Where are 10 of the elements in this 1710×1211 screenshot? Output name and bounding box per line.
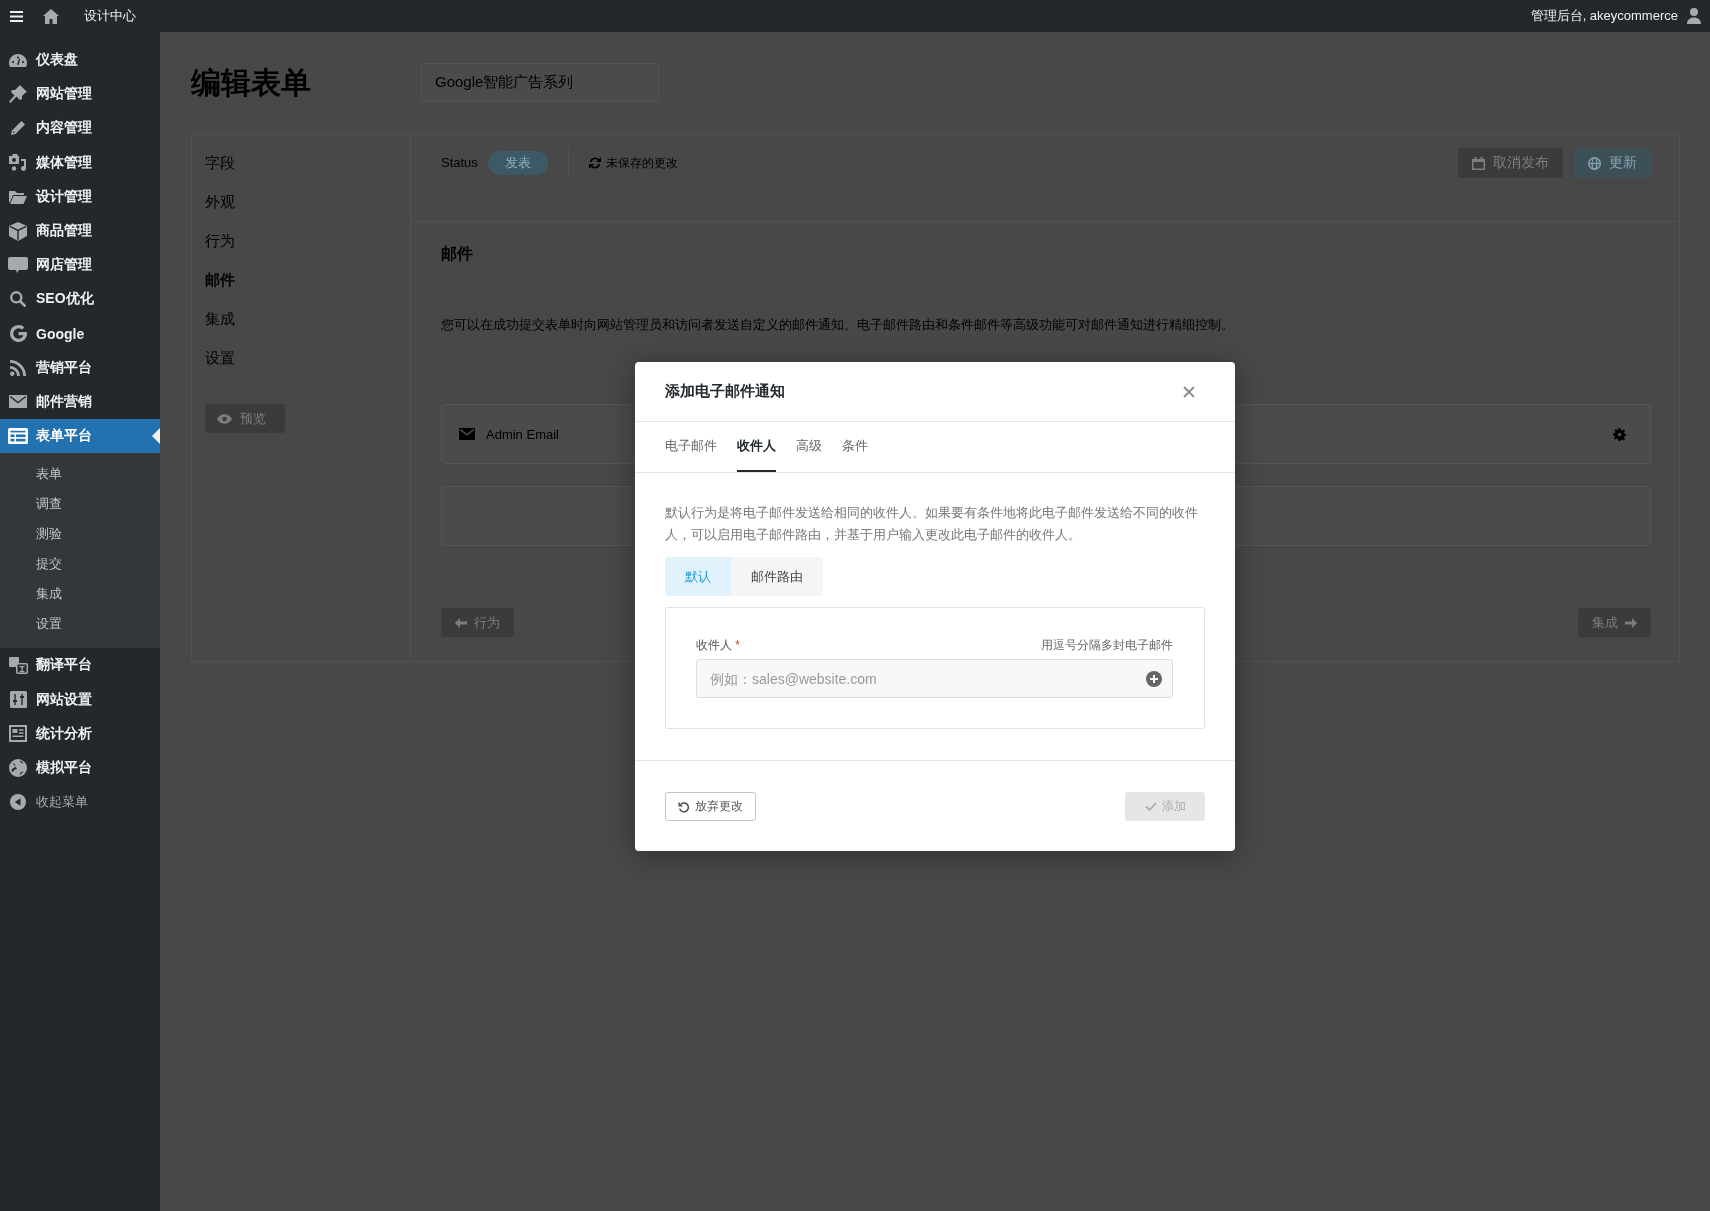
status-label: Status: [441, 154, 478, 172]
page-title: 编辑表单: [191, 64, 312, 101]
dialog-title: 添加电子邮件通知: [665, 382, 785, 401]
section-heading: 邮件: [441, 244, 474, 264]
notification-name: Admin Email: [486, 426, 559, 442]
field-hint: 用逗号分隔多封电子邮件: [1041, 636, 1173, 654]
field-label: 收件人 *: [696, 636, 740, 654]
section-description: 您可以在成功提交表单时向网站管理员和访问者发送自定义的邮件通知。电子邮件路由和条件邮件等高级功能可对邮件通知进行精细控制。: [441, 316, 1235, 334]
dialog-description: 默认行为是将电子邮件发送给相同的收件人。如果要有条件地将此电子邮件发送给不同的收件人，可以启用电子邮件路由，并基于用户输入更改此电子邮件的收件人。: [665, 504, 1199, 544]
unsaved-notice: 未保存的更改: [605, 155, 678, 172]
